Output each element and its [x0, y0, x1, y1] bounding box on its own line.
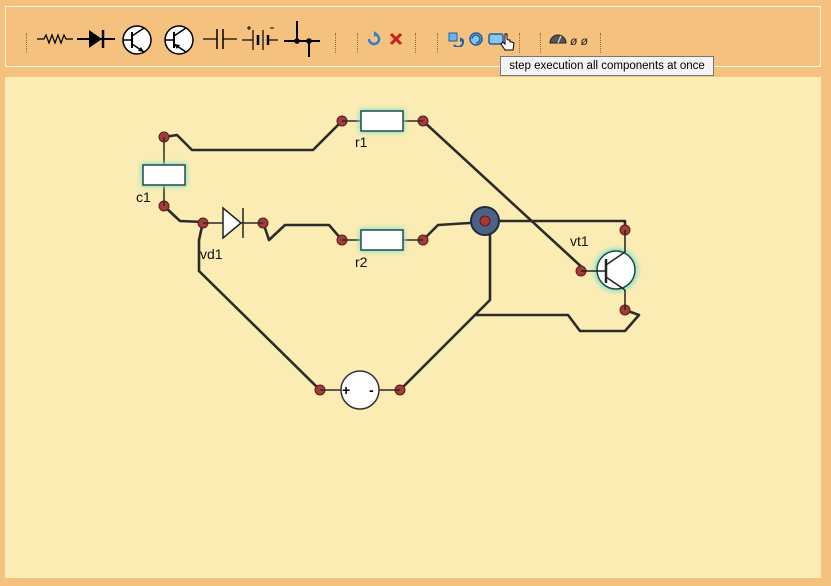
rotate-button[interactable] — [366, 31, 382, 47]
resistor-icon — [37, 33, 73, 45]
npn-transistor-button[interactable] — [120, 24, 154, 56]
toolbar-separator — [437, 33, 438, 53]
rotate-icon — [367, 31, 381, 46]
step-component-icon — [469, 32, 483, 46]
meter-button[interactable] — [549, 31, 567, 45]
pnp-transistor-button[interactable] — [162, 24, 196, 56]
meter-readout: ø ø — [570, 34, 588, 48]
junction-button[interactable] — [282, 19, 322, 59]
npn-transistor-icon — [122, 25, 152, 55]
toolbar-separator — [519, 33, 520, 53]
toolbar-separator — [335, 33, 336, 53]
toolbar-separator — [415, 33, 416, 53]
delete-icon — [389, 32, 403, 46]
capacitor-c1-label: c1 — [136, 189, 151, 205]
delete-button[interactable] — [388, 31, 404, 47]
circuit-canvas[interactable]: r1 r2 c1 vd1 vt1 + - — [5, 77, 821, 578]
resistor-r2-label: r2 — [355, 254, 368, 270]
voltage-source[interactable] — [320, 370, 400, 410]
junction-icon — [284, 21, 320, 57]
wire — [261, 221, 343, 242]
diode-icon — [77, 30, 115, 48]
diode-button[interactable] — [76, 27, 116, 51]
meter-icon — [549, 34, 567, 44]
tooltip: step execution all components at once — [500, 56, 714, 76]
diode-vd1[interactable] — [203, 206, 263, 240]
wire — [399, 221, 492, 391]
wire — [163, 120, 343, 152]
toolbar-separator — [357, 33, 358, 53]
resistor-r2[interactable] — [342, 228, 423, 252]
toolbar-separator — [540, 33, 541, 53]
transistor-vt1[interactable] — [581, 230, 638, 310]
wire — [163, 205, 204, 224]
capacitor-icon — [203, 29, 237, 49]
wire — [422, 120, 587, 272]
resistor-r1[interactable] — [342, 109, 423, 133]
wires — [163, 120, 641, 391]
toolbar-separator — [600, 33, 601, 53]
wire — [475, 308, 641, 333]
step-component-button[interactable] — [468, 31, 484, 47]
circuit-diagram: r1 r2 c1 vd1 vt1 + - — [136, 109, 641, 410]
step-button[interactable] — [448, 31, 464, 47]
hand-cursor-icon — [500, 33, 516, 53]
diode-vd1-label: vd1 — [200, 246, 223, 262]
battery-icon — [242, 26, 278, 50]
transistor-vt1-label: vt1 — [570, 233, 589, 249]
terminals — [158, 115, 631, 396]
pnp-transistor-icon — [164, 25, 194, 55]
source-plus-label: + — [342, 382, 350, 398]
resistor-button[interactable] — [36, 31, 74, 47]
source-minus-label: - — [369, 382, 374, 398]
toolbar-separator — [26, 33, 27, 53]
junction-node[interactable] — [470, 206, 500, 236]
battery-button[interactable] — [241, 25, 279, 51]
capacitor-button[interactable] — [202, 27, 238, 51]
resistor-r1-label: r1 — [355, 134, 368, 150]
step-icon — [448, 32, 464, 47]
wire — [485, 219, 627, 230]
